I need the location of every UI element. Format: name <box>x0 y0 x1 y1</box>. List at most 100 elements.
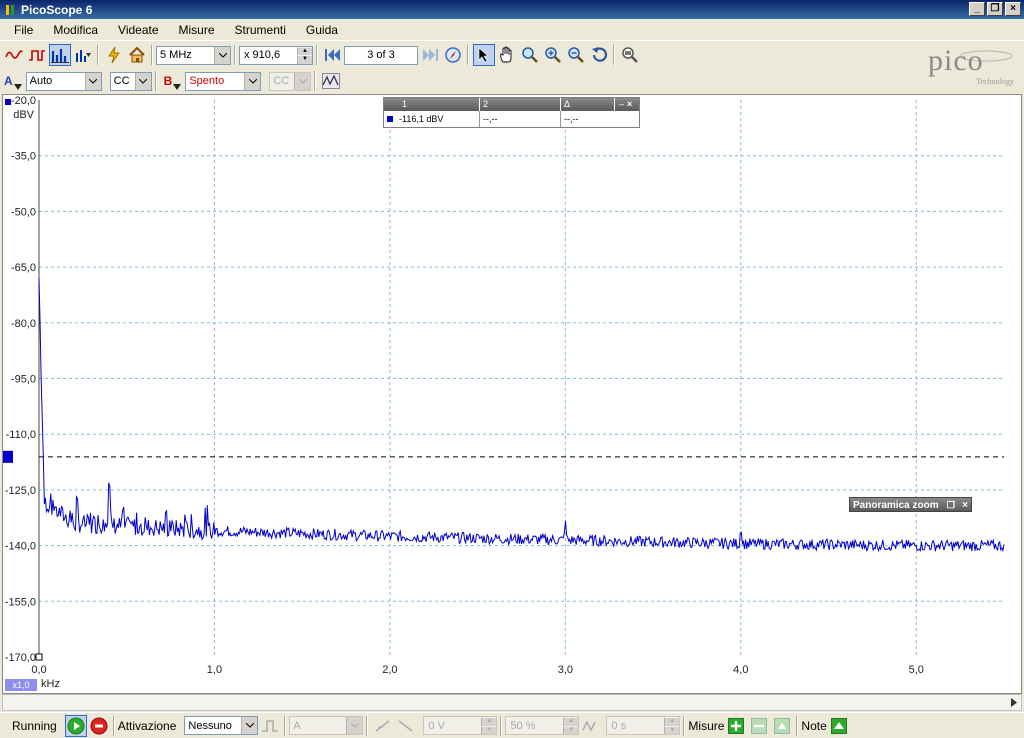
menu-guida[interactable]: Guida <box>296 19 348 41</box>
menu-file[interactable]: File <box>0 19 43 41</box>
signal-generator-icon[interactable] <box>103 44 125 66</box>
buffer-navigator-icon[interactable] <box>442 44 464 66</box>
toolbar-separator <box>683 715 686 736</box>
zoom-overview-panel[interactable]: Panoramica zoom ❐ × <box>849 497 972 512</box>
toolbar-separator <box>314 71 317 91</box>
y-tick-label: -110,0 <box>6 429 36 441</box>
toolbar-separator <box>613 45 615 65</box>
spin-down-icon[interactable]: ▼ <box>297 55 312 64</box>
channel-b-coupling-select: CC <box>269 71 312 91</box>
channel-b-range-select[interactable]: Spento <box>185 71 262 91</box>
add-measurement-icon[interactable] <box>725 715 747 737</box>
running-status: Running <box>12 718 57 733</box>
ruler-delta-value: --,-- <box>564 114 579 124</box>
channel-b-options-icon[interactable] <box>173 81 182 90</box>
channel-a-scale-marker <box>5 99 11 105</box>
scroll-right-icon[interactable] <box>1009 697 1019 711</box>
ruler-measure-table[interactable]: 1 2 Δ – × -116,1 dBV --,-- --,-- <box>383 97 640 128</box>
channel-a-range-select[interactable]: Auto <box>25 71 102 91</box>
trigger-level-stepper: 0 V ▲ ▼ <box>423 716 498 735</box>
spectrum-options-icon[interactable] <box>72 44 94 66</box>
menu-modifica[interactable]: Modifica <box>43 19 108 41</box>
chevron-down-icon <box>346 717 363 734</box>
channel-options-icon[interactable] <box>320 70 342 92</box>
ruler-1-value: -116,1 dBV <box>399 114 444 124</box>
chevron-down-icon <box>294 72 311 90</box>
minimize-icon[interactable]: – <box>615 98 627 111</box>
zoom-overview-title: Panoramica zoom <box>853 500 939 511</box>
channel-a-coupling-select[interactable]: CC <box>109 71 152 91</box>
start-button[interactable] <box>64 714 87 737</box>
close-icon[interactable]: × <box>627 98 632 111</box>
spin-down-icon: ▼ <box>563 725 579 734</box>
spin-up-icon[interactable]: ▲ <box>297 46 312 55</box>
delete-measurement-icon <box>771 715 793 737</box>
y-tick-label: -125,0 <box>5 485 36 497</box>
buffer-index[interactable]: 3 of 3 <box>344 45 418 65</box>
menu-videate[interactable]: Videate <box>108 19 168 41</box>
status-bar: Running Attivazione Nessuno A 0 V ▲ ▼ 50 … <box>0 712 1024 738</box>
spin-down-icon: ▼ <box>481 725 497 734</box>
notes-label: Note <box>801 718 827 733</box>
rising-edge-icon <box>372 715 394 737</box>
home-icon[interactable] <box>126 44 148 66</box>
restore-icon[interactable]: ❐ <box>947 498 955 513</box>
persistence-mode-icon[interactable] <box>26 44 48 66</box>
toolbar-separator <box>316 45 318 65</box>
horizontal-scrollbar[interactable] <box>2 694 1022 711</box>
falling-edge-icon <box>395 715 417 737</box>
spin-down-icon: ▼ <box>664 725 680 734</box>
zoom-overview-icon[interactable] <box>619 44 641 66</box>
toolbar-separator <box>234 45 236 65</box>
x-scale-badge[interactable]: x1,0 <box>5 679 37 691</box>
menu-strumenti[interactable]: Strumenti <box>225 19 296 41</box>
spectrum-plot-area[interactable]: -20,0 -35,0 -50,0 -65,0 -80,0 -95,0 -110,0 -125… <box>2 94 1022 694</box>
show-notes-icon[interactable] <box>828 715 850 737</box>
toolbar-separator <box>151 45 153 65</box>
scope-mode-icon[interactable] <box>3 44 25 66</box>
undo-zoom-icon[interactable] <box>588 44 610 66</box>
minimize-button[interactable]: _ <box>969 2 985 16</box>
x-tick-label: 0,0 <box>31 664 46 676</box>
samples-select[interactable]: 5 MHz <box>156 45 231 65</box>
trigger-mode-select[interactable]: Nessuno <box>184 716 259 735</box>
toolbar-separator <box>284 715 287 736</box>
channel-a-label[interactable]: A <box>4 74 13 88</box>
chevron-down-icon <box>134 72 151 90</box>
spin-up-icon: ▲ <box>481 717 497 726</box>
close-button[interactable]: × <box>1005 2 1021 16</box>
next-buffer-icon[interactable] <box>419 44 441 66</box>
hand-tool-icon[interactable] <box>496 44 518 66</box>
close-icon[interactable]: × <box>962 498 968 513</box>
delay-stepper: 0 s ▲ ▼ <box>606 716 681 735</box>
picoscope-app-icon <box>3 3 17 17</box>
origin-marker <box>35 653 43 661</box>
y-tick-label: -80,0 <box>11 318 36 330</box>
stop-button[interactable] <box>88 715 110 737</box>
main-toolbar: 5 MHz x 910,6 ▲ ▼ 3 of 3 <box>0 42 1024 68</box>
ruler-1-header: 1 <box>384 98 480 111</box>
channel-a-swatch <box>387 116 393 122</box>
previous-buffer-icon[interactable] <box>322 44 344 66</box>
x-tick-label: 5,0 <box>909 664 924 676</box>
zoom-factor-stepper[interactable]: x 910,6 ▲ ▼ <box>239 45 313 65</box>
spectrum-chart[interactable]: -20,0 -35,0 -50,0 -65,0 -80,0 -95,0 -110,0 -125… <box>3 95 1021 693</box>
restore-button[interactable]: ❐ <box>987 2 1003 16</box>
zoom-in-icon[interactable] <box>542 44 564 66</box>
edit-measurement-icon <box>748 715 770 737</box>
y-unit-label: dBV <box>13 109 34 121</box>
pointer-tool-icon[interactable] <box>473 44 495 66</box>
menu-misure[interactable]: Misure <box>169 19 225 41</box>
measurements-label: Misure <box>688 718 725 733</box>
zoom-out-icon[interactable] <box>565 44 587 66</box>
channel-a-options-icon[interactable] <box>13 81 22 90</box>
channel-b-label[interactable]: B <box>164 74 173 88</box>
title-bar: PicoScope 6 _ ❐ × <box>0 0 1024 19</box>
pretrigger-stepper: 50 % ▲ ▼ <box>505 716 580 735</box>
spin-up-icon: ▲ <box>664 717 680 726</box>
y-tick-label: -65,0 <box>11 262 36 274</box>
spectrum-mode-icon[interactable] <box>49 44 71 66</box>
zoom-tool-icon[interactable] <box>519 44 541 66</box>
ruler-delta-header: Δ <box>561 98 615 111</box>
y-tick-label: -170,0 <box>5 652 36 664</box>
